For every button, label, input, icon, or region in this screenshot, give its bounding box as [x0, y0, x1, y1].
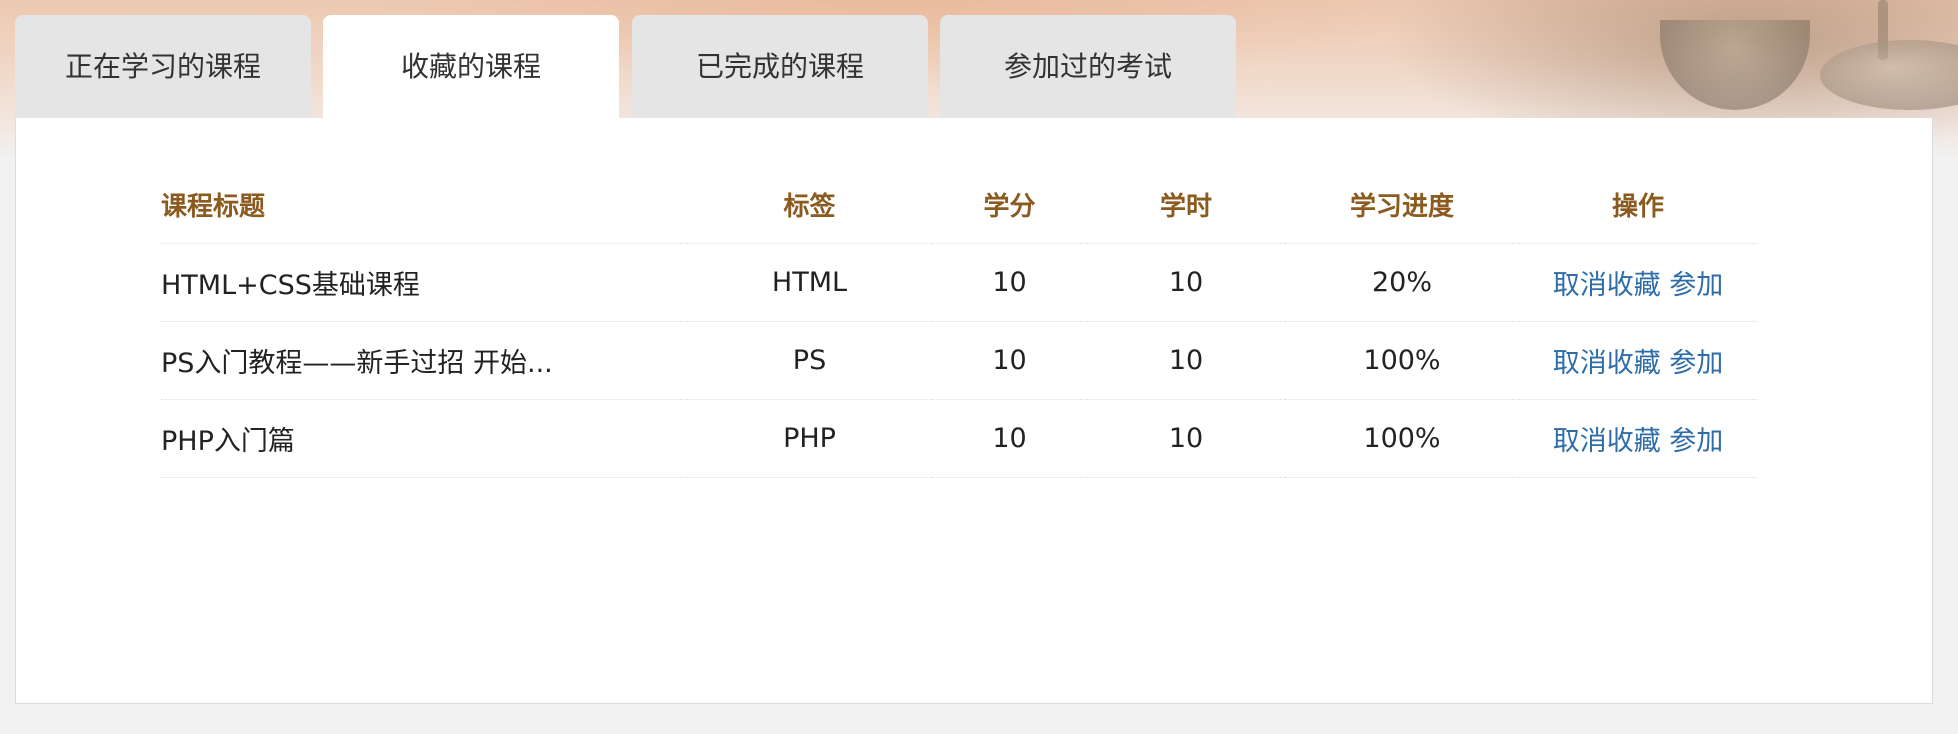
- table-row: PS入门教程——新手过招 开始... PS 10 10 100% 取消收藏 参加: [161, 321, 1757, 400]
- table-row: HTML+CSS基础课程 HTML 10 10 20% 取消收藏 参加: [161, 243, 1757, 322]
- decorative-ornament-image: [1620, 0, 1958, 118]
- course-credit: 10: [932, 321, 1087, 400]
- ornament-bowl: [1660, 20, 1810, 110]
- column-header-title: 课程标题: [161, 165, 687, 244]
- course-tag: PHP: [687, 399, 932, 478]
- tab-taken-exams[interactable]: 参加过的考试: [940, 15, 1236, 118]
- tab-completed-courses[interactable]: 已完成的课程: [632, 15, 928, 118]
- course-actions: 取消收藏 参加: [1519, 243, 1757, 322]
- column-header-hours: 学时: [1087, 165, 1285, 244]
- course-credit: 10: [932, 399, 1087, 478]
- favorite-courses-table: 课程标题 标签 学分 学时 学习进度 操作 HTML+CSS基础课程 HTML …: [161, 165, 1757, 478]
- column-header-credit: 学分: [932, 165, 1087, 244]
- course-actions: 取消收藏 参加: [1519, 321, 1757, 400]
- column-header-tag: 标签: [687, 165, 932, 244]
- ornament-dish: [1820, 40, 1958, 110]
- table-row: PHP入门篇 PHP 10 10 100% 取消收藏 参加: [161, 399, 1757, 478]
- cancel-favorite-link[interactable]: 取消收藏: [1553, 426, 1661, 457]
- course-title: PHP入门篇: [161, 399, 687, 478]
- join-course-link[interactable]: 参加: [1669, 426, 1723, 457]
- column-header-progress: 学习进度: [1285, 165, 1519, 244]
- tab-favorite-courses[interactable]: 收藏的课程: [323, 15, 619, 118]
- course-hours: 10: [1087, 399, 1285, 478]
- course-hours: 10: [1087, 243, 1285, 322]
- course-tag: HTML: [687, 243, 932, 322]
- column-header-actions: 操作: [1519, 165, 1757, 244]
- course-progress: 100%: [1285, 321, 1519, 400]
- course-hours: 10: [1087, 321, 1285, 400]
- course-progress: 20%: [1285, 243, 1519, 322]
- tab-learning-courses[interactable]: 正在学习的课程: [15, 15, 311, 118]
- course-credit: 10: [932, 243, 1087, 322]
- course-title: PS入门教程——新手过招 开始...: [161, 321, 687, 400]
- join-course-link[interactable]: 参加: [1669, 348, 1723, 379]
- cancel-favorite-link[interactable]: 取消收藏: [1553, 348, 1661, 379]
- course-title: HTML+CSS基础课程: [161, 243, 687, 322]
- table-header-row: 课程标题 标签 学分 学时 学习进度 操作: [161, 165, 1757, 244]
- course-progress: 100%: [1285, 399, 1519, 478]
- cancel-favorite-link[interactable]: 取消收藏: [1553, 270, 1661, 301]
- join-course-link[interactable]: 参加: [1669, 270, 1723, 301]
- course-tag: PS: [687, 321, 932, 400]
- course-actions: 取消收藏 参加: [1519, 399, 1757, 478]
